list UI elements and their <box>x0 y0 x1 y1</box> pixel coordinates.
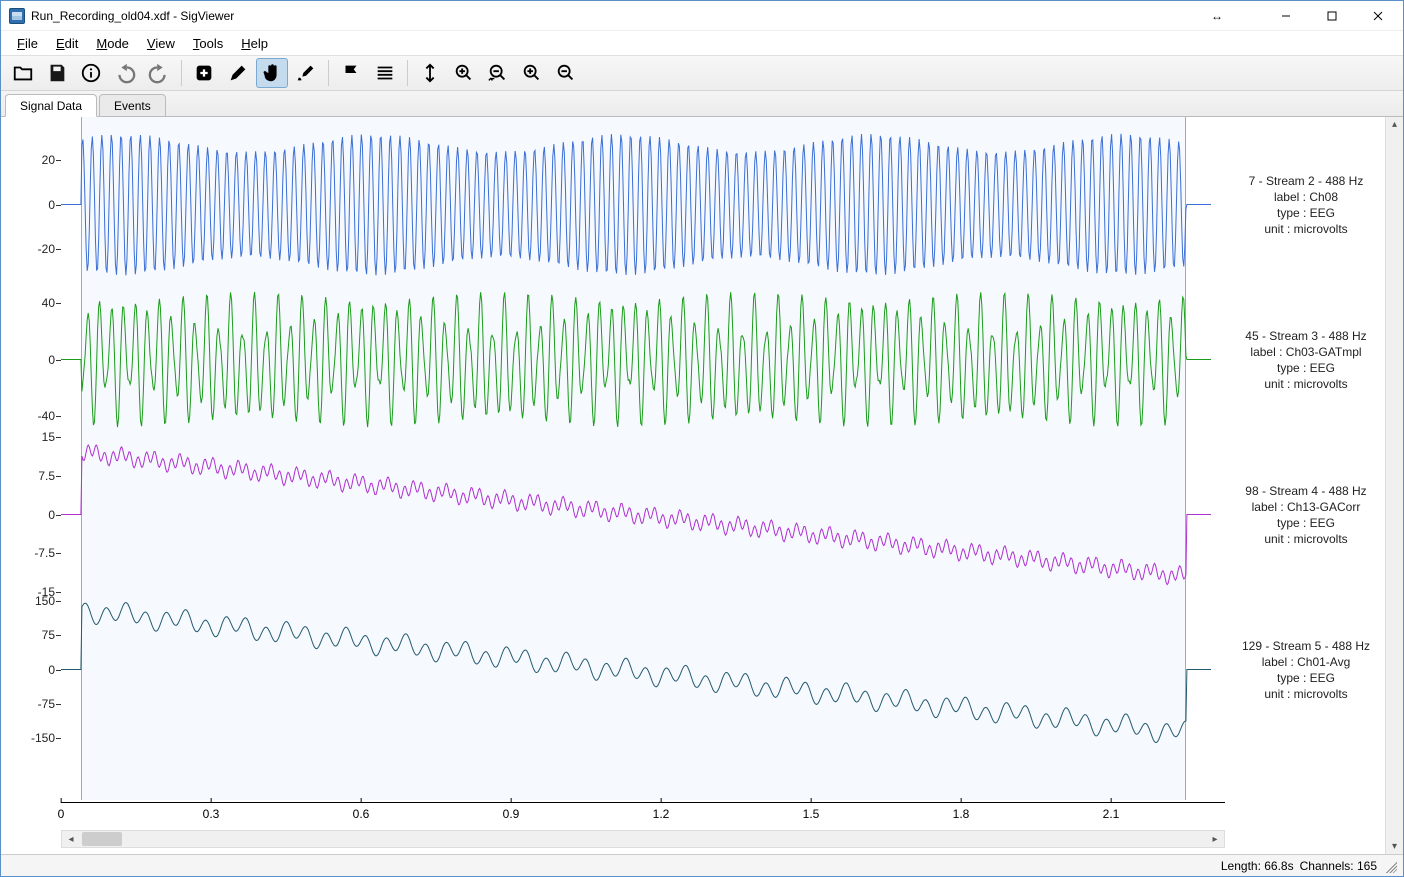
minimize-button[interactable] <box>1263 1 1309 31</box>
menu-tools[interactable]: Tools <box>185 34 231 53</box>
channel-info: 129 - Stream 5 - 488 Hzlabel : Ch01-Avgt… <box>1229 638 1383 702</box>
signal-trace <box>61 437 1211 612</box>
channel-info: 98 - Stream 4 - 488 Hzlabel : Ch13-GACor… <box>1229 483 1383 547</box>
y-tick-label: 0 <box>48 663 55 677</box>
scroll-right-icon[interactable]: ▸ <box>1206 831 1224 847</box>
fit-vertical-button[interactable] <box>414 58 446 88</box>
toolbar <box>1 55 1403 91</box>
signal-trace <box>61 127 1211 302</box>
status-length: Length: 66.8s <box>1221 859 1294 873</box>
menu-view[interactable]: View <box>139 34 183 53</box>
signal-canvas[interactable] <box>61 117 1225 854</box>
signal-trace <box>61 592 1211 767</box>
menu-file[interactable]: File <box>9 34 46 53</box>
redo-button[interactable] <box>143 58 175 88</box>
app-icon <box>9 8 25 24</box>
channel-list-button[interactable] <box>369 58 401 88</box>
options-button[interactable] <box>290 58 322 88</box>
y-tick-label: 0 <box>48 508 55 522</box>
x-tick-label: 1.8 <box>953 803 970 821</box>
y-tick-label: -40 <box>38 409 55 423</box>
hand-scroll-button[interactable] <box>256 58 288 88</box>
zoom-out-v-button[interactable] <box>550 58 582 88</box>
menu-mode[interactable]: Mode <box>88 34 137 53</box>
scroll-left-icon[interactable]: ◂ <box>62 831 80 847</box>
tabbar: Signal Data Events <box>1 91 1403 117</box>
tab-events[interactable]: Events <box>99 94 166 117</box>
x-tick-label: 2.1 <box>1103 803 1120 821</box>
channel-labels-column: 7 - Stream 2 - 488 Hzlabel : Ch08type : … <box>1225 117 1385 854</box>
save-button[interactable] <box>41 58 73 88</box>
vertical-scrollbar[interactable]: ▴ ▾ <box>1385 117 1403 854</box>
y-axis-column: 200-20400-40157.50-7.5-15150750-75-150 <box>1 117 61 854</box>
undo-button[interactable] <box>109 58 141 88</box>
channel-info: 45 - Stream 3 - 488 Hzlabel : Ch03-GATmp… <box>1229 328 1383 392</box>
goto-event-button[interactable] <box>335 58 367 88</box>
menubar: File Edit Mode View Tools Help <box>1 31 1403 55</box>
tab-signal-data[interactable]: Signal Data <box>5 94 97 117</box>
statusbar: Length: 66.8s Channels: 165 <box>1 854 1403 876</box>
y-tick-label: 0 <box>48 198 55 212</box>
y-tick-label: 75 <box>42 628 55 642</box>
zoom-in-v-button[interactable] <box>516 58 548 88</box>
x-tick-label: 1.2 <box>653 803 670 821</box>
signal-trace <box>61 282 1211 457</box>
scrollbar-thumb[interactable] <box>82 832 122 846</box>
open-button[interactable] <box>7 58 39 88</box>
scroll-down-icon[interactable]: ▾ <box>1392 841 1397 852</box>
x-tick-label: 1.5 <box>803 803 820 821</box>
y-tick-label: -75 <box>38 697 55 711</box>
x-tick-label: 0.6 <box>353 803 370 821</box>
titlebar: Run_Recording_old04.xdf - SigViewer ↔ <box>1 1 1403 31</box>
window-title: Run_Recording_old04.xdf - SigViewer <box>31 9 234 23</box>
horizontal-scrollbar[interactable]: ◂ ▸ <box>61 830 1225 848</box>
status-channels: Channels: 165 <box>1300 859 1377 873</box>
x-tick-label: 0.9 <box>503 803 520 821</box>
info-button[interactable] <box>75 58 107 88</box>
scroll-up-icon[interactable]: ▴ <box>1392 119 1397 130</box>
maximize-button[interactable] <box>1309 1 1355 31</box>
y-tick-label: 150 <box>35 594 55 608</box>
y-tick-label: -7.5 <box>34 546 55 560</box>
close-button[interactable] <box>1355 1 1401 31</box>
menu-edit[interactable]: Edit <box>48 34 86 53</box>
signal-view: 200-20400-40157.50-7.5-15150750-75-150 7… <box>1 117 1403 854</box>
resize-grip-icon[interactable] <box>1383 859 1397 873</box>
y-tick-label: 20 <box>42 153 55 167</box>
x-axis: 0 0.3 0.6 0.9 1.2 1.5 1.8 2.1 <box>61 802 1225 824</box>
y-tick-label: 15 <box>42 430 55 444</box>
y-tick-label: 40 <box>42 296 55 310</box>
y-tick-label: 7.5 <box>38 469 55 483</box>
zoom-out-h-button[interactable] <box>482 58 514 88</box>
edit-event-button[interactable] <box>222 58 254 88</box>
x-tick-label: 0 <box>58 803 65 821</box>
add-event-button[interactable] <box>188 58 220 88</box>
y-tick-label: 0 <box>48 353 55 367</box>
resize-handle-icon[interactable]: ↔ <box>1211 9 1223 23</box>
channel-info: 7 - Stream 2 - 488 Hzlabel : Ch08type : … <box>1229 173 1383 237</box>
x-tick-label: 0.3 <box>203 803 220 821</box>
y-tick-label: -20 <box>38 242 55 256</box>
y-tick-label: -150 <box>31 731 55 745</box>
zoom-in-h-button[interactable] <box>448 58 480 88</box>
menu-help[interactable]: Help <box>233 34 276 53</box>
